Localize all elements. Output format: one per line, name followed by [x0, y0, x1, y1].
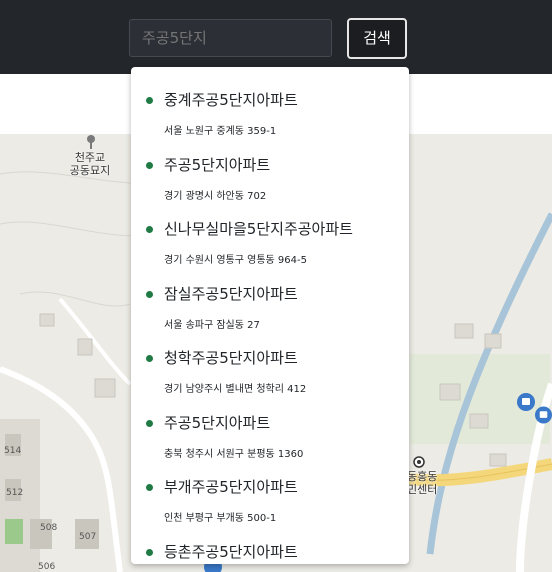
suggestion-name: 잠실주공5단지아파트	[164, 285, 298, 303]
bullet-dot-icon	[146, 162, 153, 169]
building-number: 514	[4, 446, 22, 456]
top-navbar: 검색	[0, 0, 552, 74]
building-number: 512	[6, 488, 24, 498]
landmark-pin-icon[interactable]	[85, 134, 97, 150]
cemetery-label: 천주교 공동묘지	[69, 151, 111, 177]
suggestion-name: 주공5단지아파트	[164, 414, 271, 432]
suggestion-item[interactable]: 중계주공5단지아파트 서울 노원구 중계동 359-1	[131, 77, 409, 141]
community-center-label: 동홍동 민센터	[407, 470, 438, 496]
building-number: 506	[38, 562, 56, 572]
bus-stop-icon[interactable]	[535, 406, 552, 424]
poi-dot-icon[interactable]	[413, 456, 425, 468]
bus-stop-icon[interactable]	[517, 393, 535, 411]
bullet-dot-icon	[146, 226, 153, 233]
suggestion-address: 서울 송파구 잠실동 27	[164, 320, 260, 331]
bullet-dot-icon	[146, 291, 153, 298]
building-number: 507	[79, 532, 97, 542]
suggestion-address: 경기 광명시 하안동 702	[164, 191, 267, 202]
suggestion-name: 부개주공5단지아파트	[164, 478, 298, 496]
suggestion-name: 청학주공5단지아파트	[164, 349, 298, 367]
suggestion-name: 주공5단지아파트	[164, 156, 271, 174]
suggestion-item[interactable]: 신나무실마을5단지주공아파트 경기 수원시 영통구 영통동 964-5	[131, 206, 409, 270]
suggestion-item[interactable]: 등촌주공5단지아파트	[131, 529, 409, 564]
building-number: 508	[40, 523, 58, 533]
search-button[interactable]: 검색	[347, 18, 407, 59]
suggestion-address: 경기 남양주시 별내면 청학리 412	[164, 384, 307, 395]
suggestion-address: 경기 수원시 영통구 영통동 964-5	[164, 255, 307, 266]
search-suggestions-dropdown: 중계주공5단지아파트 서울 노원구 중계동 359-1 주공5단지아파트 경기 …	[131, 67, 409, 564]
suggestion-address: 인천 부평구 부개동 500-1	[164, 513, 277, 524]
suggestion-item[interactable]: 주공5단지아파트 충북 청주시 서원구 분평동 1360	[131, 400, 409, 464]
suggestion-name: 중계주공5단지아파트	[164, 91, 298, 109]
suggestion-item[interactable]: 청학주공5단지아파트 경기 남양주시 별내면 청학리 412	[131, 335, 409, 399]
suggestion-address: 서울 노원구 중계동 359-1	[164, 126, 277, 137]
bullet-dot-icon	[146, 484, 153, 491]
search-input[interactable]	[129, 19, 332, 57]
bullet-dot-icon	[146, 549, 153, 556]
suggestion-name: 등촌주공5단지아파트	[164, 543, 298, 561]
bullet-dot-icon	[146, 420, 153, 427]
bullet-dot-icon	[146, 97, 153, 104]
suggestion-item[interactable]: 주공5단지아파트 경기 광명시 하안동 702	[131, 142, 409, 206]
suggestion-name: 신나무실마을5단지주공아파트	[164, 220, 353, 238]
suggestion-address: 충북 청주시 서원구 분평동 1360	[164, 449, 304, 460]
suggestion-item[interactable]: 잠실주공5단지아파트 서울 송파구 잠실동 27	[131, 271, 409, 335]
bullet-dot-icon	[146, 355, 153, 362]
suggestion-item[interactable]: 부개주공5단지아파트 인천 부평구 부개동 500-1	[131, 464, 409, 528]
